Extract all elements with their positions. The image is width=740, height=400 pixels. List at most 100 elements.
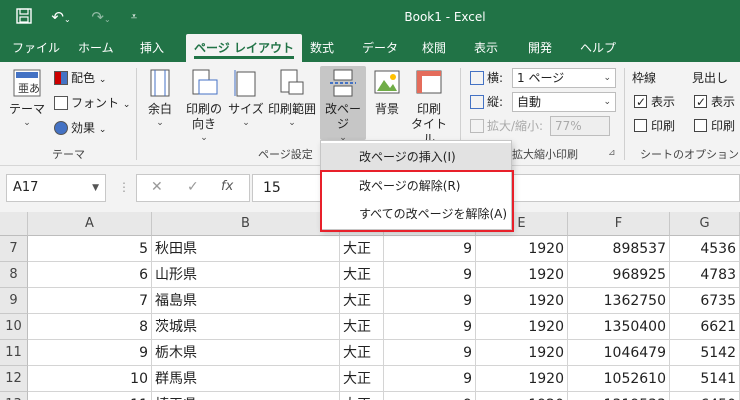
table-cell[interactable]: 6450 [670,392,740,400]
theme-colors-button[interactable]: 配色 ⌄ [54,68,106,88]
tab-data[interactable]: データ [362,34,398,62]
table-cell[interactable]: 1920 [476,236,568,262]
table-cell[interactable]: 9 [28,340,152,366]
row-header[interactable]: 7 [0,236,28,262]
table-cell[interactable]: 大正 [340,366,384,392]
table-cell[interactable]: 968925 [568,262,670,288]
enter-icon[interactable]: ✓ [187,179,199,195]
table-cell[interactable]: 8 [28,314,152,340]
table-cell[interactable]: 1046479 [568,340,670,366]
table-cell[interactable]: 栃木県 [152,340,340,366]
table-cell[interactable]: 10 [28,366,152,392]
table-cell[interactable]: 9 [384,288,476,314]
table-cell[interactable]: 1920 [476,340,568,366]
table-cell[interactable]: 大正 [340,340,384,366]
table-cell[interactable]: 4783 [670,262,740,288]
more-dots-icon[interactable]: ⋮ [118,180,130,194]
column-header[interactable]: A [28,212,152,236]
select-all-corner[interactable] [0,212,28,236]
gridlines-print-checkbox[interactable]: 印刷 [634,116,675,136]
table-cell[interactable]: 山形県 [152,262,340,288]
print-area-button[interactable]: 印刷範囲 ⌄ [266,68,318,129]
breaks-button[interactable]: 改ページ ⌄ [320,66,366,143]
table-cell[interactable]: 埼玉県 [152,392,340,400]
orientation-label-2: 向き [191,117,216,131]
tab-insert[interactable]: 挿入 [140,34,164,62]
column-header[interactable]: B [152,212,340,236]
table-cell[interactable]: 6735 [670,288,740,314]
table-cell[interactable]: 大正 [340,288,384,314]
table-cell[interactable]: 1920 [476,366,568,392]
table-cell[interactable]: 5141 [670,366,740,392]
table-cell[interactable]: 大正 [340,236,384,262]
scale-input[interactable]: 77% [550,116,610,136]
tab-help[interactable]: ヘルプ [580,34,616,62]
table-cell[interactable]: 大正 [340,314,384,340]
table-cell[interactable]: 茨城県 [152,314,340,340]
table-cell[interactable]: 5142 [670,340,740,366]
table-cell[interactable]: 1362750 [568,288,670,314]
table-cell[interactable]: 秋田県 [152,236,340,262]
chevron-down-icon: ⌄ [288,118,296,128]
print-titles-icon [414,68,444,98]
table-cell[interactable]: 1350400 [568,314,670,340]
row-header[interactable]: 13 [0,392,28,400]
row-header[interactable]: 12 [0,366,28,392]
table-cell[interactable]: 4536 [670,236,740,262]
row-header[interactable]: 8 [0,262,28,288]
background-button[interactable]: 背景 [370,68,404,117]
orientation-button[interactable]: 印刷の 向き ⌄ [182,68,226,144]
table-cell[interactable]: 11 [28,392,152,400]
table-cell[interactable]: 9 [384,236,476,262]
tab-review[interactable]: 校閲 [422,34,446,62]
table-cell[interactable]: 6 [28,262,152,288]
tab-formulas[interactable]: 数式 [310,34,334,62]
table-cell[interactable]: 9 [384,314,476,340]
height-select[interactable]: 自動 ⌄ [512,92,616,112]
table-cell[interactable]: 9 [384,262,476,288]
theme-effects-button[interactable]: 効果 ⌄ [54,118,106,138]
table-cell[interactable]: 1052610 [568,366,670,392]
tab-developer[interactable]: 開発 [528,34,552,62]
size-button[interactable]: サイズ ⌄ [228,68,264,129]
gridlines-view-checkbox[interactable]: 表示 [634,92,675,112]
headings-view-checkbox[interactable]: 表示 [694,92,735,112]
theme-fonts-button[interactable]: フォント ⌄ [54,93,130,113]
table-cell[interactable]: 1319533 [568,392,670,400]
table-cell[interactable]: 大正 [340,262,384,288]
headings-print-checkbox[interactable]: 印刷 [694,116,735,136]
table-cell[interactable]: 9 [384,366,476,392]
table-cell[interactable]: 1920 [476,314,568,340]
table-cell[interactable]: 9 [384,392,476,400]
column-header[interactable]: G [670,212,740,236]
column-header[interactable]: F [568,212,670,236]
table-cell[interactable]: 7 [28,288,152,314]
dialog-launcher-icon[interactable]: ⊿ [608,148,616,158]
tab-view[interactable]: 表示 [474,34,498,62]
insert-function-icon[interactable]: fx [221,179,233,194]
tab-home[interactable]: ホーム [78,34,114,62]
table-cell[interactable]: 群馬県 [152,366,340,392]
table-cell[interactable]: 898537 [568,236,670,262]
width-select[interactable]: 1 ページ ⌄ [512,68,616,88]
table-cell[interactable]: 1920 [476,392,568,400]
name-box[interactable]: A17 ▼ [6,174,106,202]
tab-file[interactable]: ファイル [12,34,60,62]
row-header[interactable]: 9 [0,288,28,314]
tab-page-layout[interactable]: ページ レイアウト [186,34,302,62]
themes-button[interactable]: 亜あ テーマ ⌄ [8,68,46,129]
table-cell[interactable]: 大正 [340,392,384,400]
menu-item-insert-page-break[interactable]: 改ページの挿入(I) [321,143,511,171]
margins-button[interactable]: 余白 ⌄ [142,68,178,129]
table-cell[interactable]: 9 [384,340,476,366]
table-cell[interactable]: 6621 [670,314,740,340]
gridlines-view-label: 表示 [651,95,676,109]
print-titles-button[interactable]: 印刷 タイトル [406,68,452,147]
row-header[interactable]: 10 [0,314,28,340]
table-cell[interactable]: 5 [28,236,152,262]
cancel-icon[interactable]: ✕ [151,179,163,195]
table-cell[interactable]: 1920 [476,288,568,314]
row-header[interactable]: 11 [0,340,28,366]
table-cell[interactable]: 福島県 [152,288,340,314]
table-cell[interactable]: 1920 [476,262,568,288]
